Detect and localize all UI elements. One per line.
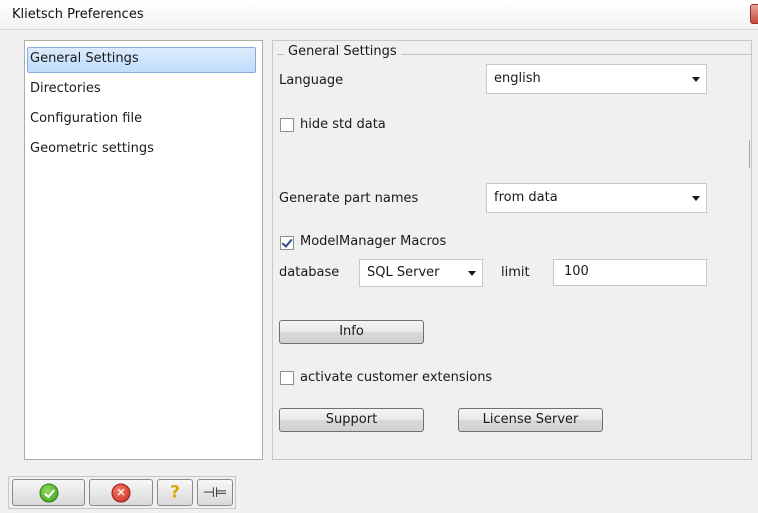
nav-item-label: General Settings [30,51,139,66]
database-value: SQL Server [367,265,440,280]
ok-button[interactable] [12,479,85,506]
language-label: Language [279,73,344,88]
info-button-label: Info [339,324,364,339]
database-select[interactable]: SQL Server [359,259,483,287]
customer-extensions-checkbox[interactable] [280,371,294,385]
limit-input[interactable]: 100 [553,259,707,286]
ok-icon [39,483,58,502]
hide-std-data-label: hide std data [300,117,386,132]
nav-item-label: Geometric settings [30,141,154,156]
language-select[interactable]: english [486,64,707,94]
part-names-value: from data [494,190,558,205]
info-button[interactable]: Info [279,320,424,344]
settings-nav-list: General Settings Directories Configurati… [24,40,263,460]
language-value: english [494,71,541,86]
scrollbar-edge [749,140,750,168]
nav-item-directories[interactable]: Directories [27,77,256,103]
pin-icon: ⊣⊨ [202,484,228,501]
customer-extensions-label: activate customer extensions [300,370,493,385]
support-button-label: Support [325,412,378,427]
hide-std-data-checkbox[interactable] [280,118,294,132]
nav-item-label: Directories [30,81,101,96]
nav-item-label: Configuration file [30,111,143,126]
license-server-button[interactable]: License Server [458,408,603,432]
chevron-down-icon [692,196,700,201]
database-label: database [279,265,340,280]
modelmanager-macros-label: ModelManager Macros [300,234,447,249]
window-title: Klietsch Preferences [12,7,144,22]
title-bar: Klietsch Preferences [0,0,758,30]
modelmanager-macros-checkbox[interactable] [280,236,294,250]
settings-panel [272,40,752,460]
license-server-button-label: License Server [482,412,579,427]
close-icon[interactable] [750,4,758,24]
help-button[interactable]: ? [157,479,193,506]
nav-item-configuration-file[interactable]: Configuration file [27,107,256,133]
nav-item-general-settings[interactable]: General Settings [27,47,256,73]
limit-label: limit [501,265,530,280]
part-names-label: Generate part names [279,191,419,206]
cancel-button[interactable]: ✕ [89,479,153,506]
chevron-down-icon [468,271,476,276]
pin-button[interactable]: ⊣⊨ [197,479,233,506]
chevron-down-icon [692,77,700,82]
cancel-icon: ✕ [111,483,131,502]
nav-item-geometric-settings[interactable]: Geometric settings [27,137,256,163]
limit-value: 100 [564,264,589,279]
support-button[interactable]: Support [279,408,424,432]
help-icon: ? [170,482,180,502]
part-names-select[interactable]: from data [486,183,707,213]
group-title: General Settings [284,44,401,59]
